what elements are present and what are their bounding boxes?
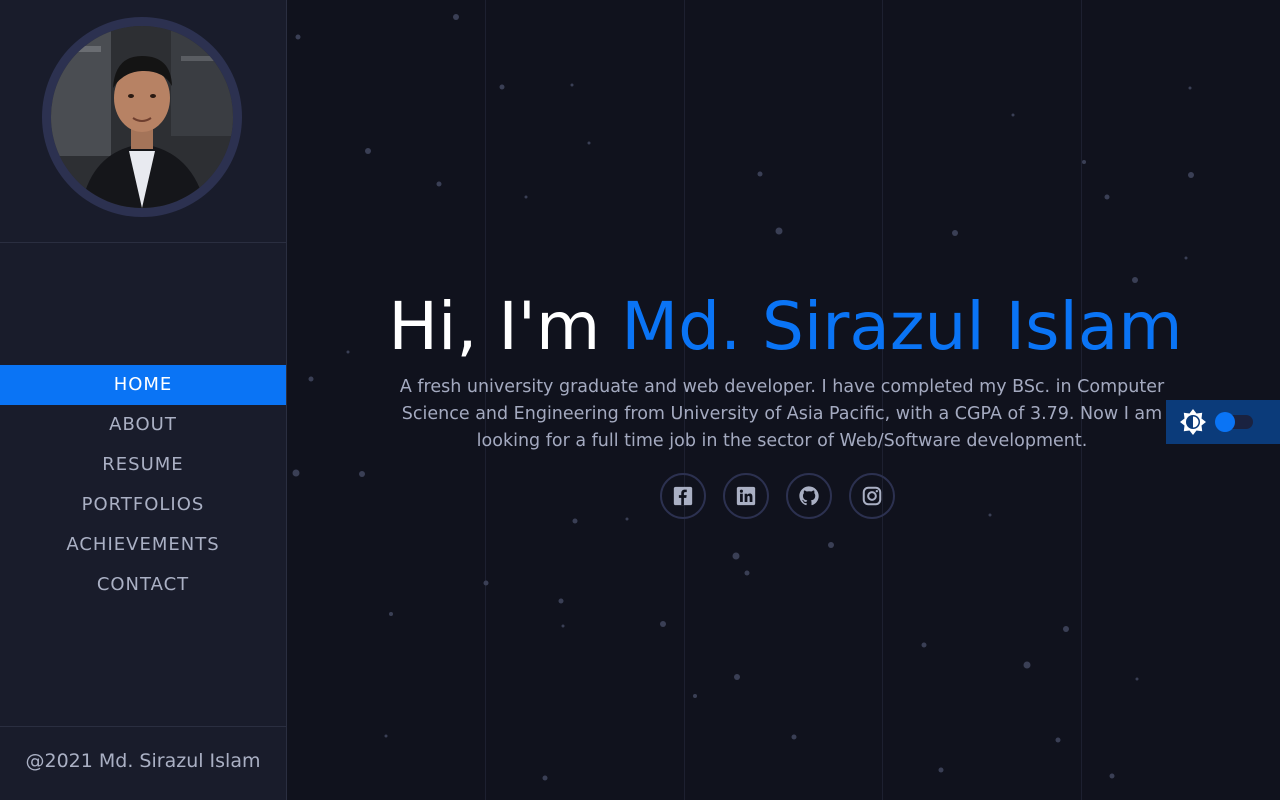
avatar-ring <box>42 17 242 217</box>
copyright-text: @2021 Md. Sirazul Islam <box>25 750 261 772</box>
instagram-icon <box>862 486 882 506</box>
page: HOME ABOUT RESUME PORTFOLIOS ACHIEVEMENT… <box>0 0 1280 800</box>
main-nav: HOME ABOUT RESUME PORTFOLIOS ACHIEVEMENT… <box>0 365 286 605</box>
theme-switch-knob <box>1215 412 1235 432</box>
hero-bio: A fresh university graduate and web deve… <box>399 377 1165 451</box>
nav-item-home[interactable]: HOME <box>0 365 286 405</box>
hero-section: Hi, I'm Md. Sirazul Islam A fresh univer… <box>287 0 1280 800</box>
greeting-text: Hi, I'm <box>388 288 622 365</box>
nav-item-contact[interactable]: CONTACT <box>0 565 286 605</box>
theme-toggle-panel <box>1166 400 1280 444</box>
nav-item-resume[interactable]: RESUME <box>0 445 286 485</box>
avatar-photo <box>51 26 233 208</box>
theme-switch[interactable] <box>1215 412 1253 432</box>
social-links <box>660 473 895 519</box>
avatar <box>51 26 233 208</box>
sidebar-divider <box>0 242 286 243</box>
facebook-icon <box>673 486 693 506</box>
hero-name: Md. Sirazul Islam <box>621 288 1183 365</box>
nav-item-about[interactable]: ABOUT <box>0 405 286 445</box>
nav-item-portfolios[interactable]: PORTFOLIOS <box>0 485 286 525</box>
linkedin-icon <box>736 486 756 506</box>
hero-heading: Hi, I'm Md. Sirazul Islam <box>287 288 1280 365</box>
sidebar: HOME ABOUT RESUME PORTFOLIOS ACHIEVEMENT… <box>0 0 287 800</box>
linkedin-link[interactable] <box>723 473 769 519</box>
sidebar-footer-divider <box>0 726 286 727</box>
facebook-link[interactable] <box>660 473 706 519</box>
github-link[interactable] <box>786 473 832 519</box>
nav-item-achievements[interactable]: ACHIEVEMENTS <box>0 525 286 565</box>
brightness-icon <box>1179 408 1207 436</box>
instagram-link[interactable] <box>849 473 895 519</box>
github-icon <box>799 486 819 506</box>
